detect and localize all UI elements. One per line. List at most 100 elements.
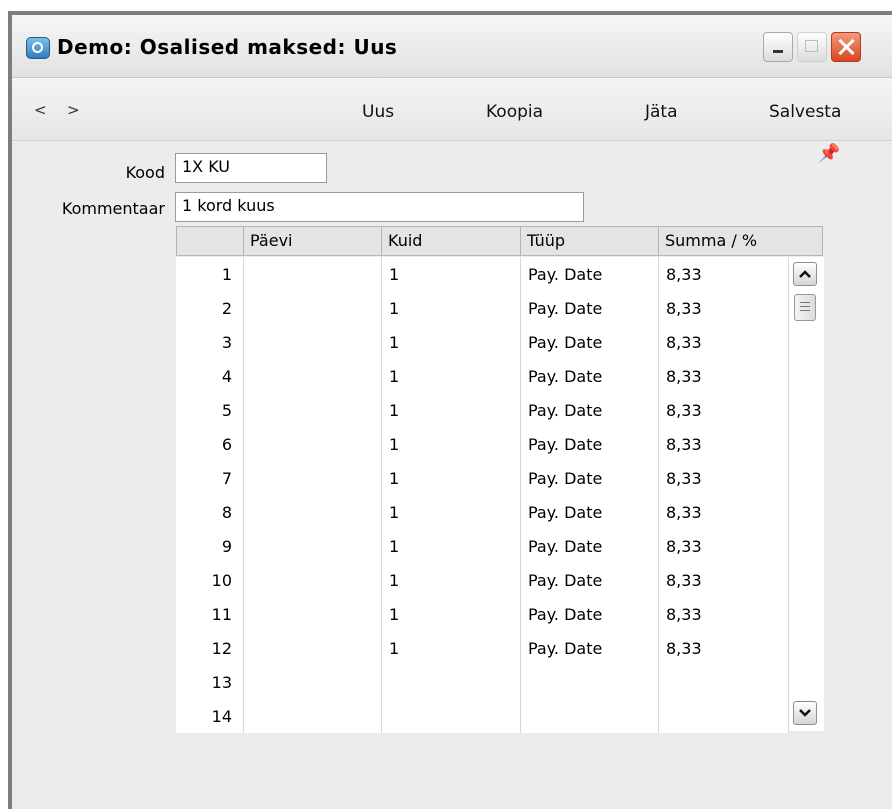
vertical-scrollbar[interactable] [789, 257, 824, 731]
months-cell[interactable]: 1 [382, 359, 521, 393]
amount-cell[interactable]: 8,33 [659, 529, 789, 563]
column-header-months[interactable]: Kuid [382, 226, 521, 256]
amount-cell[interactable]: 8,33 [659, 495, 789, 529]
minimize-button[interactable] [763, 32, 793, 62]
table-row[interactable]: 3 1 Pay. Date 8,33 [168, 325, 789, 359]
amount-cell[interactable]: 8,33 [659, 461, 789, 495]
cancel-button[interactable]: Jäta [645, 102, 678, 122]
months-cell[interactable] [382, 699, 521, 733]
column-header-type[interactable]: Tüüp [521, 226, 659, 256]
days-cell[interactable] [244, 529, 382, 563]
code-field[interactable]: 1X KU [175, 153, 327, 183]
scroll-thumb[interactable] [794, 294, 816, 321]
days-cell[interactable] [244, 393, 382, 427]
table-row[interactable]: 4 1 Pay. Date 8,33 [168, 359, 789, 393]
days-cell[interactable] [244, 495, 382, 529]
amount-cell[interactable]: 8,33 [659, 393, 789, 427]
months-cell[interactable]: 1 [382, 257, 521, 291]
table-row[interactable]: 9 1 Pay. Date 8,33 [168, 529, 789, 563]
months-cell[interactable]: 1 [382, 427, 521, 461]
type-cell[interactable]: Pay. Date [521, 597, 659, 631]
row-number: 11 [176, 597, 244, 631]
amount-cell[interactable]: 8,33 [659, 257, 789, 291]
months-cell[interactable]: 1 [382, 495, 521, 529]
type-cell[interactable]: Pay. Date [521, 393, 659, 427]
months-cell[interactable]: 1 [382, 291, 521, 325]
table-row[interactable]: 2 1 Pay. Date 8,33 [168, 291, 789, 325]
copy-button[interactable]: Koopia [486, 102, 543, 122]
table-row[interactable]: 5 1 Pay. Date 8,33 [168, 393, 789, 427]
chevron-up-icon[interactable] [793, 262, 817, 286]
type-cell[interactable]: Pay. Date [521, 359, 659, 393]
months-cell[interactable]: 1 [382, 461, 521, 495]
comment-field[interactable]: 1 kord kuus [175, 192, 584, 222]
type-cell[interactable]: Pay. Date [521, 325, 659, 359]
amount-cell[interactable]: 8,33 [659, 427, 789, 461]
table-row[interactable]: 11 1 Pay. Date 8,33 [168, 597, 789, 631]
type-cell[interactable]: Pay. Date [521, 631, 659, 665]
title-bar: Demo: Osalised maksed: Uus [12, 15, 892, 78]
days-cell[interactable] [244, 665, 382, 699]
type-cell[interactable]: Pay. Date [521, 529, 659, 563]
table-row[interactable]: 1 1 Pay. Date 8,33 [168, 257, 789, 291]
days-cell[interactable] [244, 699, 382, 733]
window-title: Demo: Osalised maksed: Uus [57, 35, 398, 59]
amount-cell[interactable]: 8,33 [659, 563, 789, 597]
amount-cell[interactable]: 8,33 [659, 597, 789, 631]
days-cell[interactable] [244, 597, 382, 631]
amount-cell[interactable]: 8,33 [659, 631, 789, 665]
days-cell[interactable] [244, 427, 382, 461]
type-cell[interactable]: Pay. Date [521, 495, 659, 529]
days-cell[interactable] [244, 359, 382, 393]
new-button[interactable]: Uus [362, 102, 394, 122]
type-cell[interactable]: Pay. Date [521, 257, 659, 291]
days-cell[interactable] [244, 563, 382, 597]
days-cell[interactable] [244, 325, 382, 359]
table-row[interactable]: 10 1 Pay. Date 8,33 [168, 563, 789, 597]
months-cell[interactable]: 1 [382, 325, 521, 359]
months-cell[interactable] [382, 665, 521, 699]
amount-cell[interactable]: 8,33 [659, 325, 789, 359]
column-header-row [176, 226, 244, 256]
days-cell[interactable] [244, 631, 382, 665]
row-number: 13 [176, 665, 244, 699]
next-record-button[interactable]: > [67, 101, 80, 119]
amount-cell[interactable]: 8,33 [659, 291, 789, 325]
table-row[interactable]: 13 [168, 665, 789, 699]
type-cell[interactable]: Pay. Date [521, 427, 659, 461]
type-cell[interactable]: Pay. Date [521, 461, 659, 495]
code-label: Kood [125, 163, 165, 182]
type-cell[interactable] [521, 699, 659, 733]
amount-cell[interactable] [659, 665, 789, 699]
chevron-down-icon[interactable] [793, 701, 817, 725]
amount-cell[interactable]: 8,33 [659, 359, 789, 393]
comment-label: Kommentaar [61, 199, 165, 218]
column-header-amount[interactable]: Summa / % [659, 226, 823, 256]
type-cell[interactable] [521, 665, 659, 699]
days-cell[interactable] [244, 257, 382, 291]
months-cell[interactable]: 1 [382, 563, 521, 597]
months-cell[interactable]: 1 [382, 393, 521, 427]
table-row[interactable]: 8 1 Pay. Date 8,33 [168, 495, 789, 529]
row-number: 1 [176, 257, 244, 291]
days-cell[interactable] [244, 291, 382, 325]
table-row[interactable]: 12 1 Pay. Date 8,33 [168, 631, 789, 665]
months-cell[interactable]: 1 [382, 631, 521, 665]
days-cell[interactable] [244, 461, 382, 495]
type-cell[interactable]: Pay. Date [521, 563, 659, 597]
previous-record-button[interactable]: < [34, 101, 47, 119]
row-number: 3 [176, 325, 244, 359]
table-row[interactable]: 14 [168, 699, 789, 733]
amount-cell[interactable] [659, 699, 789, 733]
months-cell[interactable]: 1 [382, 597, 521, 631]
type-cell[interactable]: Pay. Date [521, 291, 659, 325]
maximize-button[interactable] [797, 32, 827, 62]
pin-icon[interactable]: 📌 [818, 143, 840, 164]
column-header-days[interactable]: Päevi [244, 226, 382, 256]
close-button[interactable] [831, 32, 861, 62]
table-row[interactable]: 6 1 Pay. Date 8,33 [168, 427, 789, 461]
table-row[interactable]: 7 1 Pay. Date 8,33 [168, 461, 789, 495]
save-button[interactable]: Salvesta [769, 102, 841, 122]
row-number: 2 [176, 291, 244, 325]
months-cell[interactable]: 1 [382, 529, 521, 563]
